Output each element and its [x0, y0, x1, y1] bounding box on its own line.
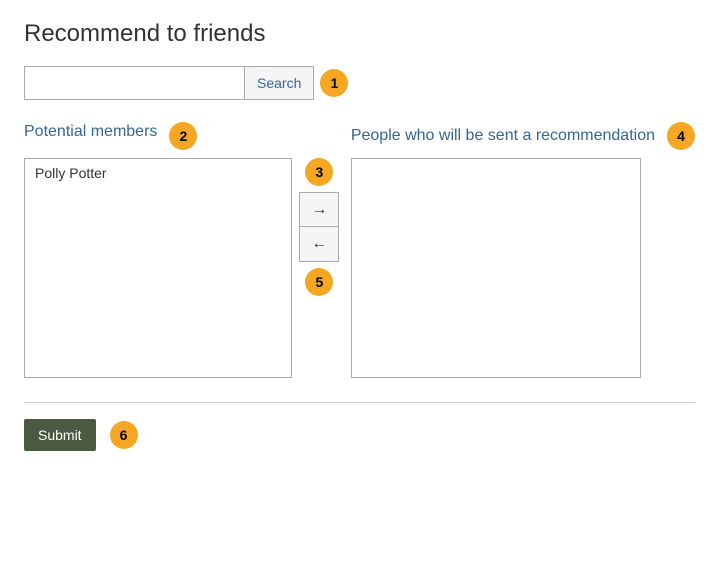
search-badge: 1 [320, 69, 348, 97]
arrow-buttons-group: → ← [299, 192, 339, 262]
list-item[interactable]: Polly Potter [25, 159, 291, 187]
middle-badge-top: 3 [305, 158, 333, 186]
columns-area: Potential members 2 Polly Potter 3 → ← 5… [24, 122, 695, 378]
recommended-badge: 4 [667, 122, 695, 150]
divider [24, 402, 695, 403]
search-button[interactable]: Search [244, 66, 314, 100]
search-input[interactable] [24, 66, 244, 100]
recommended-list[interactable] [351, 158, 641, 378]
potential-members-list[interactable]: Polly Potter [24, 158, 292, 378]
recommended-label: People who will be sent a recommendation [351, 126, 655, 147]
potential-members-label: Potential members [24, 123, 157, 141]
page-title: Recommend to friends [24, 20, 695, 48]
submit-badge: 6 [110, 421, 138, 449]
move-right-button[interactable]: → [300, 193, 338, 227]
submit-row: Submit 6 [24, 419, 695, 451]
recommended-section: People who will be sent a recommendation… [351, 122, 695, 378]
submit-button[interactable]: Submit [24, 419, 96, 451]
potential-members-section: Potential members 2 Polly Potter [24, 122, 292, 378]
recommended-header: People who will be sent a recommendation… [351, 122, 695, 150]
potential-members-header: Potential members 2 [24, 122, 292, 150]
middle-section: 3 → ← 5 [292, 122, 347, 296]
potential-members-badge: 2 [169, 122, 197, 150]
move-left-button[interactable]: ← [300, 227, 338, 261]
middle-badge-bottom: 5 [305, 268, 333, 296]
search-row: Search 1 [24, 66, 695, 100]
